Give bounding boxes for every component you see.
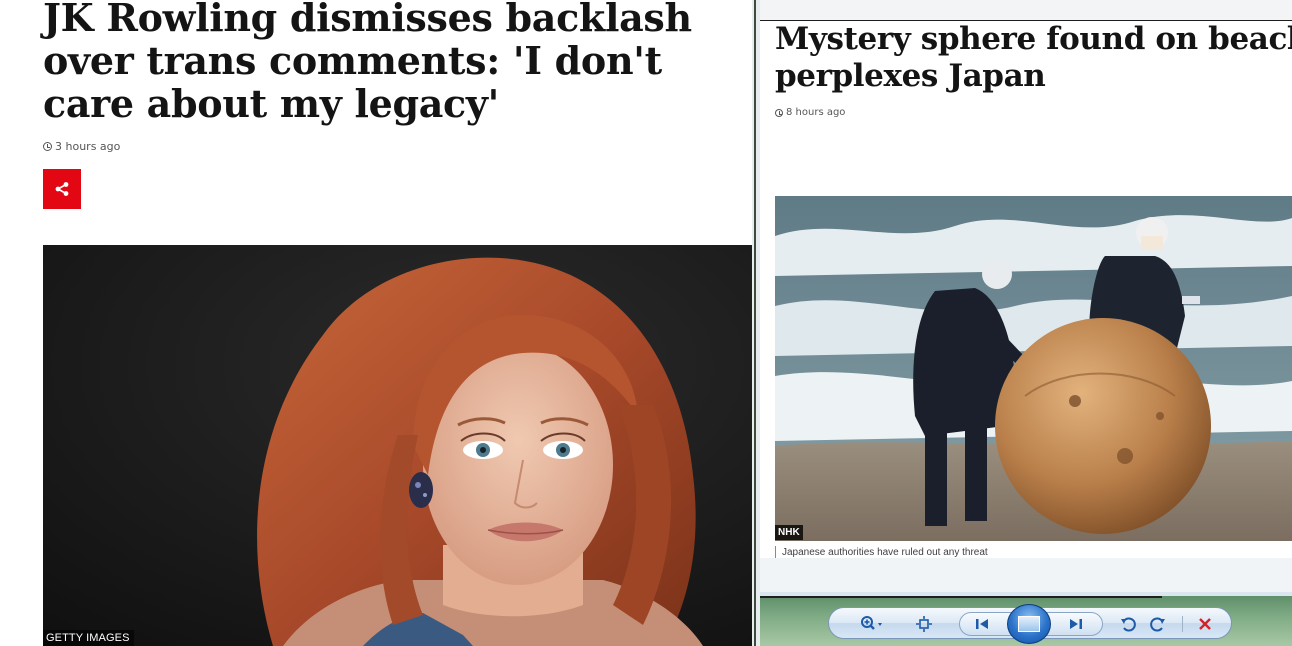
- photo-viewer-window: Mystery sphere found on beach perplexes …: [760, 0, 1292, 646]
- desktop-screen: JK Rowling dismisses backlash over trans…: [0, 0, 1292, 646]
- next-button[interactable]: [1063, 612, 1089, 636]
- delete-icon: [1199, 618, 1211, 630]
- photo-credit: GETTY IMAGES: [43, 630, 134, 646]
- portrait-illustration: [43, 245, 752, 646]
- left-article-timestamp: 3 hours ago: [43, 140, 120, 153]
- rotate-clockwise-icon: [1150, 617, 1165, 632]
- rotate-clockwise-button[interactable]: [1145, 612, 1171, 636]
- share-button[interactable]: [43, 169, 81, 209]
- controls-separator: [1182, 616, 1183, 632]
- right-timestamp-text: 8 hours ago: [786, 107, 846, 118]
- left-timestamp-text: 3 hours ago: [55, 140, 121, 153]
- slideshow-button[interactable]: [1007, 604, 1051, 644]
- rotate-counterclockwise-button[interactable]: [1115, 612, 1141, 636]
- window-divider: [752, 0, 760, 646]
- rotate-counterclockwise-icon: [1121, 617, 1136, 632]
- clock-icon: [43, 142, 52, 151]
- delete-button[interactable]: [1191, 612, 1219, 636]
- beach-sphere-photo: NHK: [775, 196, 1292, 541]
- photo-viewer-controls: [828, 604, 1232, 644]
- beach-illustration: [775, 196, 1292, 541]
- right-headline-line2: perplexes Japan: [775, 58, 1046, 94]
- left-article-window: JK Rowling dismisses backlash over trans…: [0, 0, 752, 646]
- right-article-headline: Mystery sphere found on beach perplexes …: [775, 21, 1292, 95]
- nhk-credit-badge: NHK: [775, 525, 803, 540]
- zoom-icon: [861, 616, 882, 630]
- window-top-bar: [760, 0, 1292, 21]
- rowling-portrait-photo: GETTY IMAGES: [43, 245, 752, 646]
- zoom-button[interactable]: [855, 612, 889, 636]
- next-icon: [1070, 619, 1082, 629]
- share-icon: [55, 182, 69, 196]
- viewer-frame-line: [760, 596, 1162, 598]
- right-article-timestamp: 8 hours ago: [775, 107, 845, 118]
- clock-icon: [775, 108, 783, 117]
- left-article-headline: JK Rowling dismisses backlash over trans…: [43, 0, 692, 126]
- fit-window-icon: [916, 616, 932, 632]
- previous-icon: [976, 619, 988, 629]
- slideshow-icon: [1018, 616, 1040, 632]
- right-headline-line1: Mystery sphere found on beach: [775, 21, 1292, 57]
- previous-button[interactable]: [969, 612, 995, 636]
- fit-window-button[interactable]: [909, 612, 939, 636]
